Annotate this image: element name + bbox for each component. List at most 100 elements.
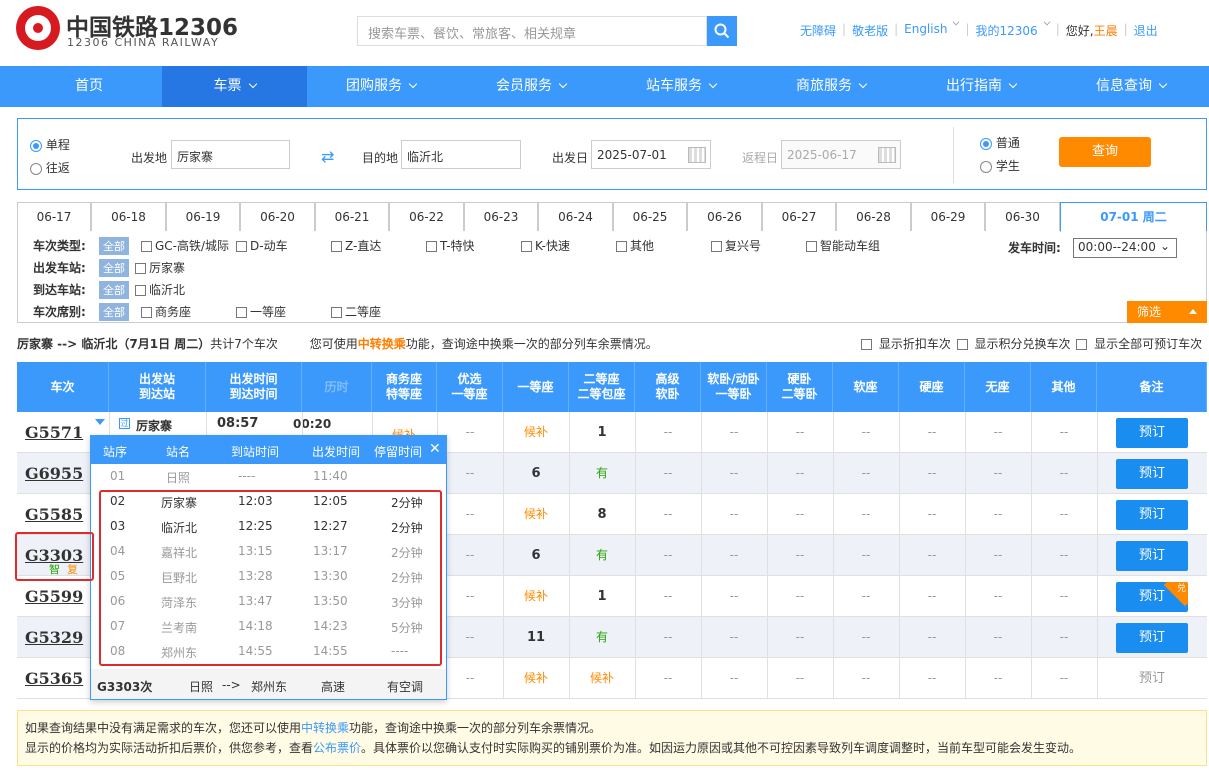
date-tab[interactable]: 06-18 [91,202,166,231]
nav-guide[interactable]: 出行指南 [906,66,1056,107]
second-class-seat[interactable]: 1 [569,412,635,453]
date-input[interactable]: 2025-07-01 [591,140,711,169]
date-tab[interactable]: 06-22 [389,202,464,231]
checkbox-icon[interactable] [616,241,627,252]
train-number-link[interactable]: G5365 [25,669,83,688]
book-button[interactable]: 预订 [1116,664,1188,694]
first-class-seat[interactable]: 候补 [503,658,569,699]
swap-icon[interactable]: ⇄ [321,147,334,166]
seat-type-option[interactable]: 商务座 [141,303,191,320]
checkbox-icon[interactable] [141,307,152,318]
nav-tickets[interactable]: 车票 [162,66,307,107]
checkbox-icon[interactable] [236,307,247,318]
train-type-option[interactable]: 智能动车组 [806,237,880,254]
transfer-link[interactable]: 中转换乘 [358,337,406,351]
seat-type-option[interactable]: 二等座 [331,303,381,320]
nav-station[interactable]: 站车服务 [606,66,756,107]
book-button[interactable]: 预订兑 [1116,582,1188,612]
train-type-option[interactable]: 复兴号 [711,237,761,254]
date-tab[interactable]: 06-21 [315,202,389,231]
train-type-option[interactable]: GC-高铁/城际 [141,237,229,254]
date-tab[interactable]: 06-24 [538,202,613,231]
checkbox-icon[interactable] [135,263,146,274]
train-type-option[interactable]: 其他 [616,237,654,254]
trip-round[interactable]: 往返 [30,159,70,176]
date-tab[interactable]: 06-30 [985,202,1060,231]
accessible-link[interactable]: 无障碍 [800,22,836,39]
book-button[interactable]: 预订 [1116,541,1188,571]
train-number-link[interactable]: G5571 [25,423,83,442]
second-class-seat[interactable]: 有 [569,535,635,576]
date-tab[interactable]: 06-29 [911,202,985,231]
depart-time-select[interactable]: 00:00--24:00 ⌄ [1073,238,1177,258]
first-class-seat[interactable]: 候补 [503,576,569,617]
filter-toggle-button[interactable]: 筛选 [1127,301,1207,323]
close-icon[interactable]: ✕ [429,441,441,457]
train-number-link[interactable]: G6955 [25,464,83,483]
checkbox-icon[interactable] [521,241,532,252]
train-number-link[interactable]: G5599 [25,587,83,606]
checkbox-icon[interactable] [861,339,872,350]
nav-business[interactable]: 商旅服务 [756,66,906,107]
seat-type-option[interactable]: 一等座 [236,303,286,320]
search-button[interactable] [707,16,737,46]
logout-link[interactable]: 退出 [1134,22,1158,39]
date-tab[interactable]: 06-19 [166,202,240,231]
all-to-button[interactable]: 全部 [99,281,129,299]
column-header[interactable]: 出发时间 到达时间 [206,362,302,412]
nav-group[interactable]: 团购服务 [306,66,456,107]
nav-home[interactable]: 首页 [14,66,164,107]
nav-member[interactable]: 会员服务 [456,66,606,107]
user-name-link[interactable]: 王晨 [1094,22,1118,39]
to-input[interactable]: 临沂北 [401,140,521,169]
expand-icon[interactable] [95,419,105,425]
passenger-normal[interactable]: 普通 [980,134,1020,151]
calendar-icon[interactable] [688,147,706,163]
train-type-option[interactable]: K-快速 [521,237,570,254]
second-class-seat[interactable]: 候补 [569,658,635,699]
checkbox-icon[interactable] [236,241,247,252]
from-input[interactable]: 厉家寨 [171,140,290,169]
english-link[interactable]: English [904,22,947,39]
train-type-option[interactable]: D-动车 [236,237,288,254]
date-tab[interactable]: 06-20 [240,202,315,231]
checkbox-icon[interactable] [331,241,342,252]
trip-one-way[interactable]: 单程 [30,136,70,153]
price-link[interactable]: 公布票价 [313,741,361,755]
first-class-seat[interactable]: 6 [503,535,569,576]
book-button[interactable]: 预订 [1116,459,1188,489]
column-header[interactable]: 历时 [302,362,372,412]
second-class-seat[interactable]: 有 [569,617,635,658]
query-button[interactable]: 查询 [1059,137,1151,167]
train-type-option[interactable]: T-特快 [426,237,475,254]
checkbox-icon[interactable] [711,241,722,252]
date-tab[interactable]: 06-23 [464,202,538,231]
date-tab[interactable]: 06-17 [17,202,91,231]
date-tab[interactable]: 06-27 [762,202,836,231]
checkbox-icon[interactable] [956,339,968,350]
date-tab[interactable]: 06-26 [687,202,762,231]
all-seats-button[interactable]: 全部 [99,303,129,321]
all-from-button[interactable]: 全部 [99,259,129,277]
return-date-input[interactable]: 2025-06-17 [781,140,901,169]
first-class-seat[interactable]: 候补 [503,412,569,453]
first-class-seat[interactable]: 候补 [503,494,569,535]
book-button[interactable]: 预订 [1116,418,1188,448]
passenger-student[interactable]: 学生 [980,157,1020,174]
my12306-link[interactable]: 我的12306 [976,22,1038,39]
nav-info[interactable]: 信息查询 [1056,66,1206,107]
book-button[interactable]: 预订 [1116,623,1188,653]
book-button[interactable]: 预订 [1116,500,1188,530]
checkbox-icon[interactable] [806,241,817,252]
first-class-seat[interactable]: 6 [503,453,569,494]
calendar-icon[interactable] [878,147,896,163]
site-search-input[interactable]: 搜索车票、餐饮、常旅客、相关规章 [357,16,707,46]
railway-logo-icon[interactable] [16,6,60,50]
checkbox-icon[interactable] [135,285,146,296]
checkbox-icon[interactable] [331,307,342,318]
date-tab[interactable]: 07-01 周二 [1060,202,1207,232]
train-number-link[interactable]: G5329 [25,628,83,647]
second-class-seat[interactable]: 8 [569,494,635,535]
checkbox-icon[interactable] [1076,339,1088,350]
first-class-seat[interactable]: 11 [503,617,569,658]
